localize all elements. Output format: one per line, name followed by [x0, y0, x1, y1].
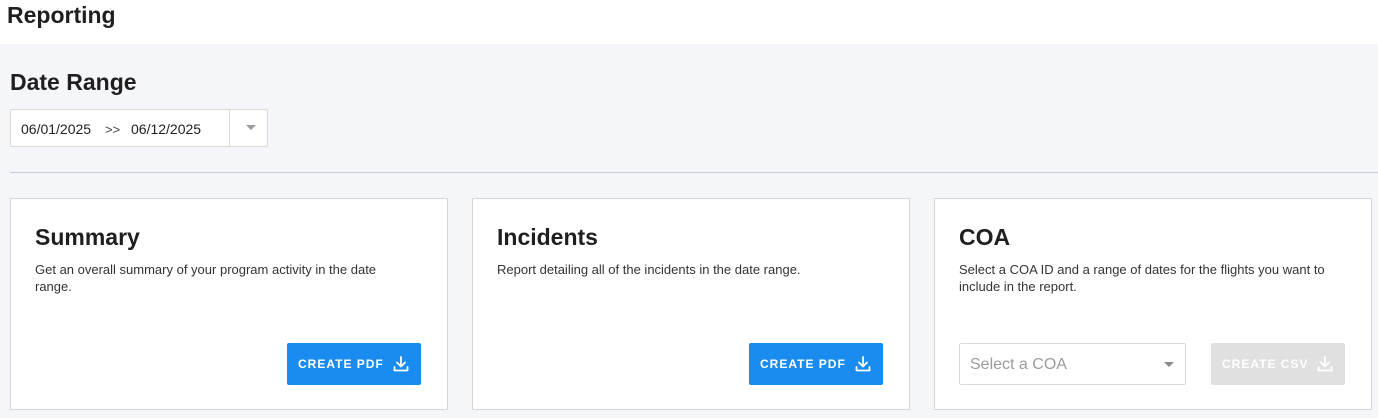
summary-card-description: Get an overall summary of your program a…: [35, 262, 377, 294]
date-range-title: Date Range: [10, 69, 137, 95]
coa-card-description: Select a COA ID and a range of dates for…: [959, 262, 1325, 294]
incidents-create-pdf-label: CREATE PDF: [760, 357, 846, 371]
incidents-card: Incidents Report detailing all of the in…: [472, 198, 910, 410]
summary-card: Summary Get an overall summary of your p…: [10, 198, 448, 410]
download-icon: [392, 355, 410, 373]
date-range-separator: >>: [105, 122, 121, 137]
section-divider: [10, 172, 1378, 173]
reporting-content: Date Range 06/01/2025 >> 06/12/2025 Summ…: [0, 44, 1378, 418]
chevron-down-icon[interactable]: [246, 125, 256, 130]
incidents-create-pdf-button[interactable]: CREATE PDF: [749, 343, 883, 385]
page-title: Reporting: [7, 2, 116, 28]
incidents-card-description: Report detailing all of the incidents in…: [497, 262, 801, 277]
coa-select-placeholder: Select a COA: [970, 356, 1067, 373]
summary-create-pdf-button[interactable]: CREATE PDF: [287, 343, 421, 385]
summary-card-title: Summary: [35, 224, 140, 250]
date-range-start[interactable]: 06/01/2025: [21, 121, 91, 137]
top-bar: Reporting: [0, 0, 1378, 44]
date-picker-divider: [229, 110, 230, 146]
download-icon: [854, 355, 872, 373]
coa-card: COA Select a COA ID and a range of dates…: [934, 198, 1372, 410]
date-range-end[interactable]: 06/12/2025: [131, 121, 201, 137]
coa-create-csv-label: CREATE CSV: [1222, 357, 1309, 371]
download-icon: [1316, 355, 1334, 373]
coa-create-csv-button[interactable]: CREATE CSV: [1211, 343, 1346, 385]
chevron-down-icon[interactable]: [1164, 362, 1174, 367]
incidents-card-title: Incidents: [497, 224, 598, 250]
coa-select[interactable]: Select a COA: [959, 343, 1186, 385]
summary-create-pdf-label: CREATE PDF: [298, 357, 384, 371]
date-range-picker[interactable]: 06/01/2025 >> 06/12/2025: [10, 109, 268, 147]
coa-card-title: COA: [959, 224, 1011, 250]
